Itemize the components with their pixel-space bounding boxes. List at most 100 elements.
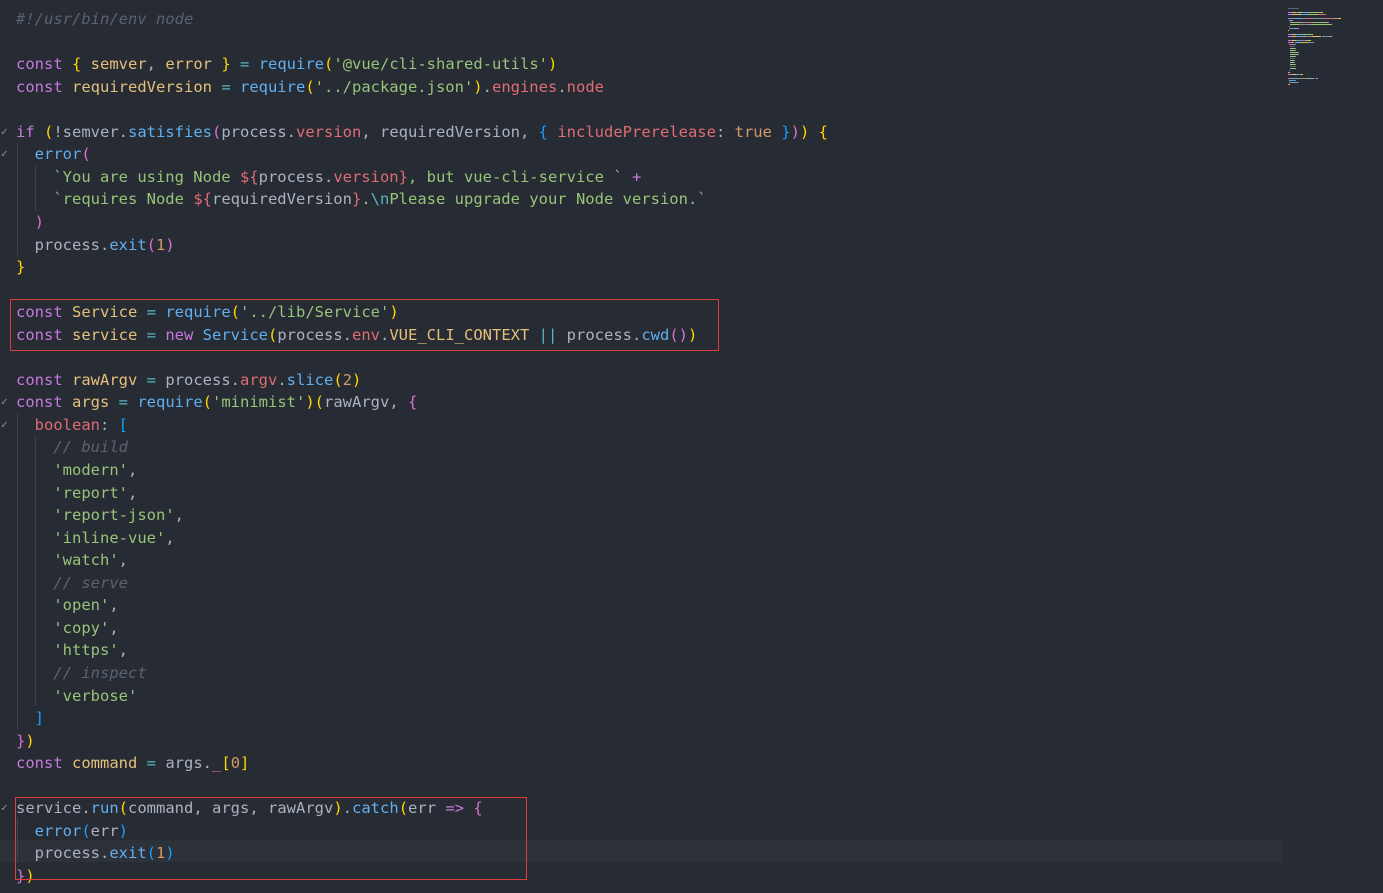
code-token: `You are using Node [16,167,240,186]
code-token: . [323,167,334,186]
code-token: process [221,122,287,141]
code-line[interactable]: // serve [16,572,128,594]
code-token: slice [286,370,334,389]
code-line[interactable]: ) [16,211,44,233]
code-token: `requires Node [16,190,194,209]
code-line[interactable]: const { semver, error } = require('@vue/… [16,53,557,75]
code-token: { [408,393,418,412]
minimap-token [1288,30,1289,31]
code-line[interactable]: error( [16,143,91,165]
code-line[interactable]: 'verbose' [16,685,137,707]
minimap-token [1291,74,1296,75]
code-line[interactable]: 'inline-vue', [16,527,174,549]
minimap-token [1294,56,1296,57]
code-token: argv [240,370,278,389]
minimap-token [1294,80,1296,81]
fold-toggle-icon[interactable]: ✓ [1,143,11,165]
code-token: 0 [230,754,241,773]
minimap-token [1294,62,1295,63]
code-token: } [351,190,362,209]
minimap-token [1308,12,1323,13]
code-editor[interactable]: #!/usr/bin/env node const { semver, error… [0,0,1283,893]
code-token: , [118,551,128,570]
code-token: error [16,145,82,164]
code-line[interactable]: }) [16,730,35,752]
code-line[interactable]: 'https', [16,639,128,661]
code-token: ) [25,731,35,750]
fold-toggle-icon[interactable]: ✓ [1,391,11,413]
code-line[interactable]: 'modern', [16,459,137,481]
fold-toggle-icon[interactable]: ✓ [1,121,11,143]
code-token: !semver. [53,122,128,141]
minimap-token [1297,12,1301,13]
code-token: ${ [193,190,212,209]
minimap-token [1313,42,1314,43]
code-token: const [16,370,72,389]
highlight-box-service-creation [10,299,719,351]
code-line[interactable]: const args = require('minimist')(rawArgv… [16,391,417,413]
code-line[interactable]: const requiredVersion = require('../pack… [16,76,604,98]
code-line[interactable]: if (!semver.satisfies(process.version, r… [16,121,828,143]
code-token: satisfies [128,122,212,141]
minimap-token [1322,12,1323,13]
code-line[interactable]: const command = args._[0] [16,752,249,774]
minimap-token [1323,14,1326,15]
code-token: } [16,258,26,277]
code-token: . [557,77,567,96]
code-line[interactable]: process.exit(1) [16,234,175,256]
code-token: [ [221,754,231,773]
code-line[interactable]: boolean: [ [16,414,128,436]
code-token: ) [16,212,44,231]
code-line[interactable]: // build [16,436,128,458]
code-token: 'minimist' [212,393,306,412]
code-token: = [230,55,259,74]
code-token: ( [333,370,343,389]
code-token: ( [44,122,54,141]
code-token: version [296,122,362,141]
minimap-token [1339,18,1341,19]
code-token: 1 [156,235,166,254]
code-line[interactable]: #!/usr/bin/env node [16,8,193,30]
code-line[interactable]: 'copy', [16,617,118,639]
code-line[interactable]: 'report', [16,482,137,504]
minimap-token [1302,34,1312,35]
code-line[interactable]: 'report-json', [16,504,184,526]
fold-toggle-icon[interactable]: ✓ [1,797,11,819]
code-line[interactable]: `requires Node ${requiredVersion}.\nPlea… [16,188,706,210]
code-line[interactable]: 'open', [16,594,118,616]
code-token: , [146,55,166,74]
code-token: ) [790,122,800,141]
code-token: 'report-json' [16,506,175,525]
code-token: const [16,754,72,773]
minimap-token [1298,52,1299,53]
minimap-token [1307,14,1318,15]
code-token: #!/usr/bin/env node [16,10,194,28]
code-token: ) [548,55,558,74]
minimap-token [1313,22,1328,23]
code-token: . [230,370,240,389]
code-token: ( [202,393,212,412]
code-token: ( [81,145,91,164]
minimap[interactable] [1288,8,1378,88]
code-token: command [72,754,138,773]
code-token: // build [16,438,128,457]
code-token: : [100,415,119,434]
minimap-token [1288,72,1290,73]
code-token: 2 [342,370,353,389]
code-token: ) [305,393,315,412]
fold-toggle-icon[interactable]: ✓ [1,414,11,436]
minimap-token [1292,20,1293,21]
minimap-token [1290,46,1296,47]
code-line[interactable]: } [16,256,25,278]
code-token: , requiredVersion, [361,122,539,141]
code-token: require [258,55,325,74]
code-line[interactable]: 'watch', [16,549,128,571]
code-token: '../package.json' [314,77,474,96]
code-line[interactable]: const rawArgv = process.argv.slice(2) [16,369,361,391]
code-token: // inspect [16,663,147,682]
code-token: } [398,167,408,186]
code-line[interactable]: // inspect [16,662,147,684]
code-line[interactable]: ] [16,707,44,729]
code-line[interactable]: `You are using Node ${process.version}, … [16,166,641,188]
code-token: ( [146,235,156,254]
